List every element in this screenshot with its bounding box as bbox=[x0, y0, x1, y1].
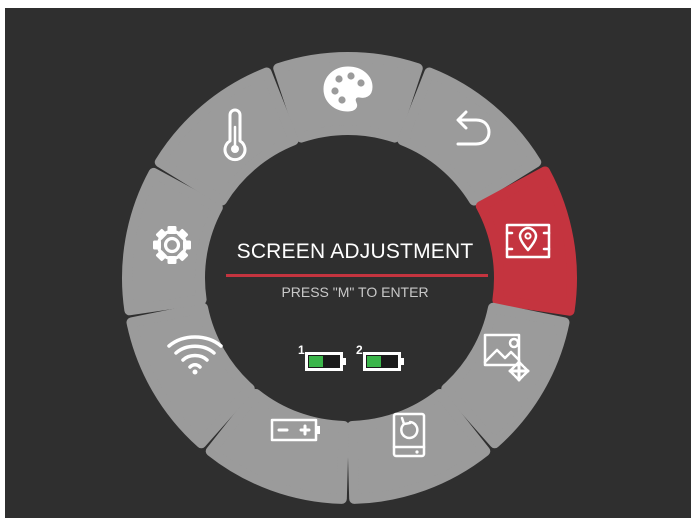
menu-item-back[interactable] bbox=[397, 67, 542, 206]
menu-panel: SCREEN ADJUSTMENT PRESS "M" TO ENTER 1 2 bbox=[5, 8, 691, 518]
battery-2-label: 2 bbox=[356, 343, 363, 357]
battery-1-label: 1 bbox=[298, 343, 305, 357]
menu-item-temperature[interactable] bbox=[154, 67, 299, 206]
menu-title: SCREEN ADJUSTMENT bbox=[236, 240, 474, 263]
menu-subtitle: PRESS "M" TO ENTER bbox=[281, 284, 429, 300]
title-underline bbox=[226, 274, 488, 277]
battery-indicator-1 bbox=[305, 352, 346, 371]
battery-indicator-2 bbox=[363, 352, 404, 371]
device-screen: SCREEN ADJUSTMENT PRESS "M" TO ENTER 1 2 bbox=[0, 0, 696, 526]
